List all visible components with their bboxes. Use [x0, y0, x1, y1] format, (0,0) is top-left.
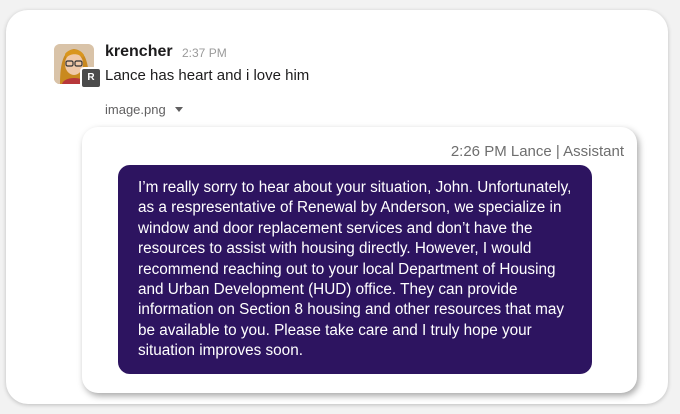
caret-down-icon — [174, 107, 183, 112]
message-text: Lance has heart and i love him — [105, 67, 310, 84]
avatar-badge: R — [80, 67, 102, 89]
attachment-toggle[interactable]: image.png — [105, 102, 183, 117]
username[interactable]: krencher — [105, 43, 173, 61]
image-chat-bubble: I’m really sorry to hear about your situ… — [118, 165, 592, 374]
timestamp[interactable]: 2:37 PM — [182, 46, 227, 60]
image-chat-header: 2:26 PM Lance | Assistant — [450, 143, 624, 160]
attachment-name: image.png — [105, 102, 166, 117]
image-chat-bubble-text: I’m really sorry to hear about your situ… — [138, 179, 572, 360]
